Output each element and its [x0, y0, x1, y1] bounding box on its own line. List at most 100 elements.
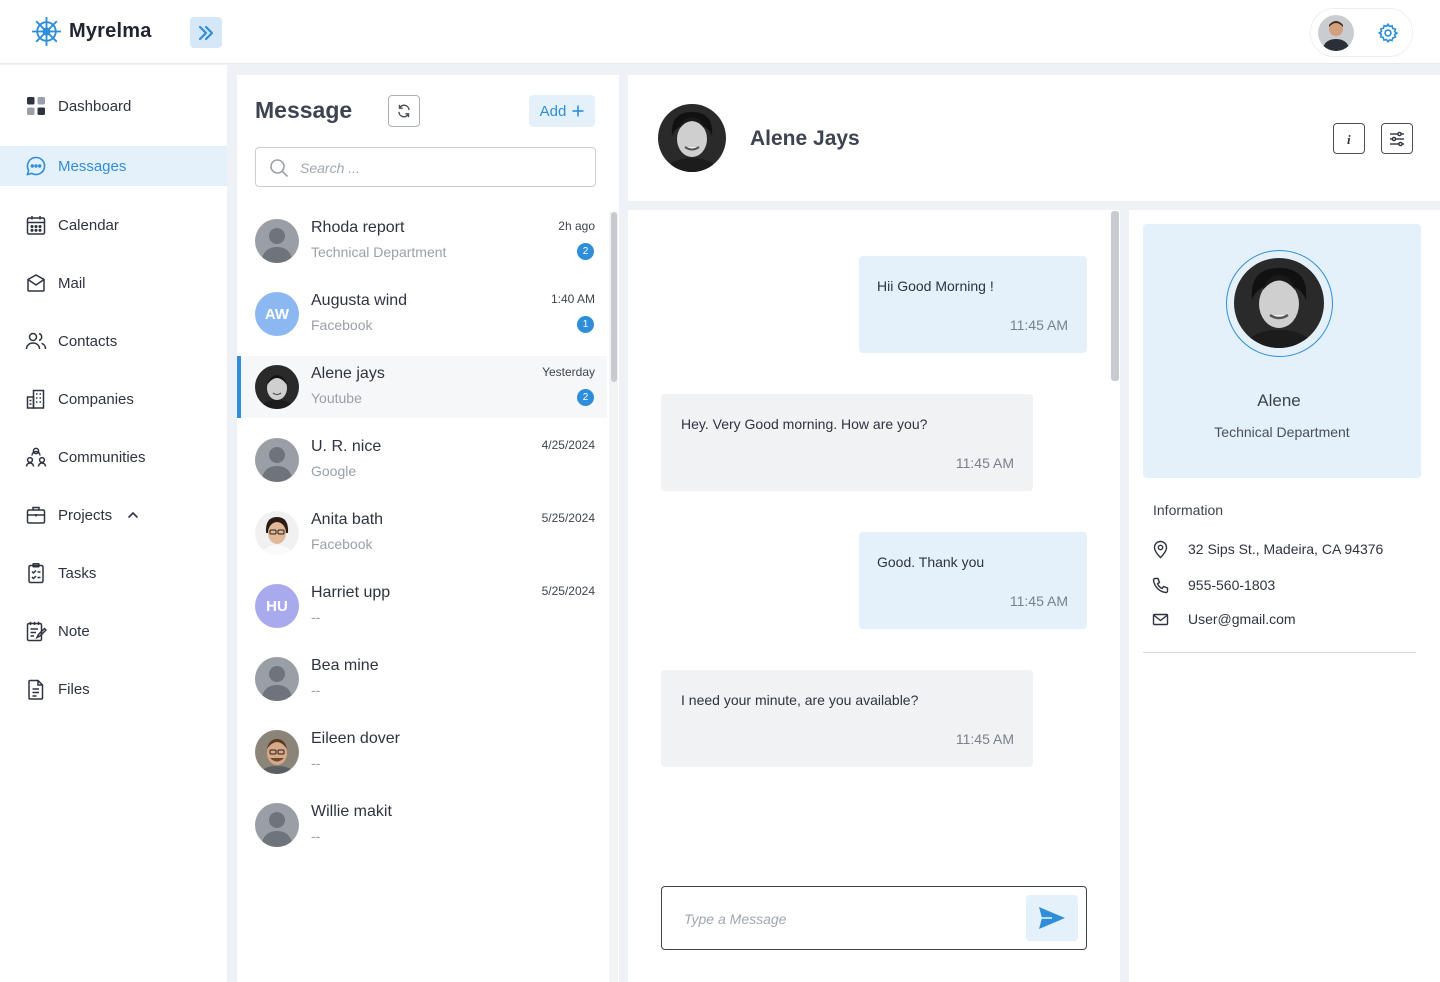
profile-name: Alene — [1257, 391, 1301, 410]
sidebar-item-mail[interactable]: Mail — [0, 263, 227, 303]
message-text: I need your minute, are you available? — [681, 692, 919, 708]
contact-avatar — [255, 803, 299, 847]
message-bubble-outgoing[interactable]: Good. Thank you 11:45 AM — [859, 532, 1087, 629]
info-icon: i — [1347, 132, 1351, 146]
message-input[interactable] — [684, 908, 1014, 930]
sidebar-item-files[interactable]: Files — [0, 669, 227, 709]
contact-timestamp: 5/25/2024 — [541, 511, 595, 525]
dashboard-icon — [27, 97, 45, 115]
chat-settings-button[interactable] — [1381, 123, 1413, 154]
conversation-item[interactable]: Anita bath Facebook 5/25/2024 — [237, 502, 607, 564]
divider — [1143, 652, 1416, 653]
contact-source: Technical Department — [311, 244, 447, 260]
sidebar-item-projects[interactable]: Projects — [0, 495, 227, 535]
sidebar-item-contacts[interactable]: Contacts — [0, 321, 227, 361]
briefcase-icon — [26, 506, 46, 524]
sidebar-item-label: Mail — [58, 275, 86, 292]
contact-avatar — [255, 438, 299, 482]
app-logo[interactable]: Myrelma — [30, 15, 152, 48]
chat-bubble-icon — [26, 156, 46, 176]
contact-name: Alene jays — [311, 365, 385, 382]
sidebar-item-companies[interactable]: Companies — [0, 379, 227, 419]
contact-name: Augusta wind — [311, 292, 408, 309]
contact-timestamp: Yesterday — [542, 365, 595, 379]
conversation-item[interactable]: Bea mine -- — [237, 648, 607, 710]
refresh-icon — [398, 104, 410, 118]
contact-source: -- — [311, 682, 321, 698]
search-input[interactable] — [300, 157, 580, 179]
settings-gear-icon[interactable] — [1377, 22, 1399, 44]
note-edit-icon — [26, 621, 47, 642]
calendar-icon — [26, 216, 46, 235]
contact-name: Harriet upp — [311, 584, 391, 601]
chat-header: Alene Jays i — [628, 75, 1440, 201]
unread-count-badge: 2 — [577, 389, 594, 406]
sidebar-item-calendar[interactable]: Calendar — [0, 205, 227, 245]
message-bubble-incoming[interactable]: I need your minute, are you available? 1… — [661, 670, 1033, 767]
conversation-item[interactable]: Eileen dover -- — [237, 721, 607, 783]
info-button[interactable]: i — [1333, 123, 1365, 154]
message-time: 11:45 AM — [1009, 317, 1068, 333]
add-conversation-button[interactable]: Add — [529, 95, 595, 127]
profile-card: Alene Technical Department — [1143, 224, 1421, 478]
conversation-item[interactable]: Willie makit -- — [237, 794, 607, 856]
envelope-icon — [1152, 613, 1169, 626]
contacts-icon — [25, 332, 47, 350]
contact-avatar — [255, 365, 299, 409]
contact-name: Rhoda report — [311, 219, 405, 236]
search-icon — [270, 159, 289, 178]
contact-source: -- — [311, 828, 321, 844]
message-bubble-outgoing[interactable]: Hii Good Morning ! 11:45 AM — [859, 256, 1087, 353]
sidebar-item-label: Messages — [58, 158, 127, 175]
active-indicator — [237, 356, 241, 418]
contact-source: -- — [311, 609, 321, 625]
sidebar-item-communities[interactable]: Communities — [0, 437, 227, 477]
community-icon — [25, 447, 47, 467]
email-text: User@gmail.com — [1188, 611, 1296, 627]
contact-source: Facebook — [311, 536, 373, 552]
contact-avatar — [255, 219, 299, 263]
contact-timestamp: 4/25/2024 — [541, 438, 595, 452]
contact-name: Bea mine — [311, 657, 379, 674]
unread-count-badge: 1 — [577, 316, 594, 333]
contact-source: Facebook — [311, 317, 373, 333]
conversation-item[interactable]: U. R. nice Google 4/25/2024 — [237, 429, 607, 491]
conversation-item[interactable]: HU Harriet upp -- 5/25/2024 — [237, 575, 607, 637]
profile-avatar[interactable] — [1234, 258, 1324, 348]
message-bubble-incoming[interactable]: Hey. Very Good morning. How are you? 11:… — [661, 394, 1033, 491]
sidebar-item-dashboard[interactable]: Dashboard — [0, 86, 227, 126]
send-button[interactable] — [1026, 895, 1078, 941]
scrollbar-thumb[interactable] — [611, 212, 617, 382]
sidebar-item-messages[interactable]: Messages — [0, 146, 227, 186]
sidebar-nav: Dashboard Messages Calendar Mail Contact… — [0, 65, 227, 982]
contact-name: U. R. nice — [311, 438, 382, 455]
sidebar-item-note[interactable]: Note — [0, 611, 227, 651]
contact-avatar — [255, 511, 299, 555]
chat-contact-name: Alene Jays — [750, 127, 860, 150]
contact-avatar: HU — [255, 584, 299, 628]
plus-icon — [572, 105, 584, 117]
chevron-up-icon[interactable] — [126, 508, 140, 522]
conversation-item[interactable]: Alene jays Youtube Yesterday 2 — [237, 356, 607, 418]
conversation-item[interactable]: Rhoda report Technical Department 2h ago 2 — [237, 210, 607, 272]
contact-timestamp: 1:40 AM — [550, 292, 595, 306]
phone-text: 955-560-1803 — [1188, 577, 1276, 593]
chat-scrollbar-thumb[interactable] — [1111, 211, 1119, 381]
search-field[interactable] — [255, 147, 596, 187]
message-text: Hey. Very Good morning. How are you? — [681, 416, 928, 432]
contact-name: Willie makit — [311, 803, 392, 820]
message-composer — [661, 886, 1087, 950]
conversation-item[interactable]: AW Augusta wind Facebook 1:40 AM 1 — [237, 283, 607, 345]
user-avatar[interactable] — [1318, 15, 1354, 51]
sidebar-toggle-button[interactable] — [190, 17, 222, 48]
sidebar-item-tasks[interactable]: Tasks — [0, 553, 227, 593]
top-bar: Myrelma — [0, 0, 1440, 64]
sidebar-item-label: Contacts — [58, 333, 118, 350]
contact-source: -- — [311, 755, 321, 771]
refresh-button[interactable] — [388, 95, 420, 127]
sidebar-item-label: Communities — [58, 449, 146, 466]
message-text: Hii Good Morning ! — [877, 278, 994, 294]
sidebar-item-label: Companies — [58, 391, 134, 408]
contact-source: Google — [311, 463, 357, 479]
chat-contact-avatar[interactable] — [658, 104, 726, 172]
